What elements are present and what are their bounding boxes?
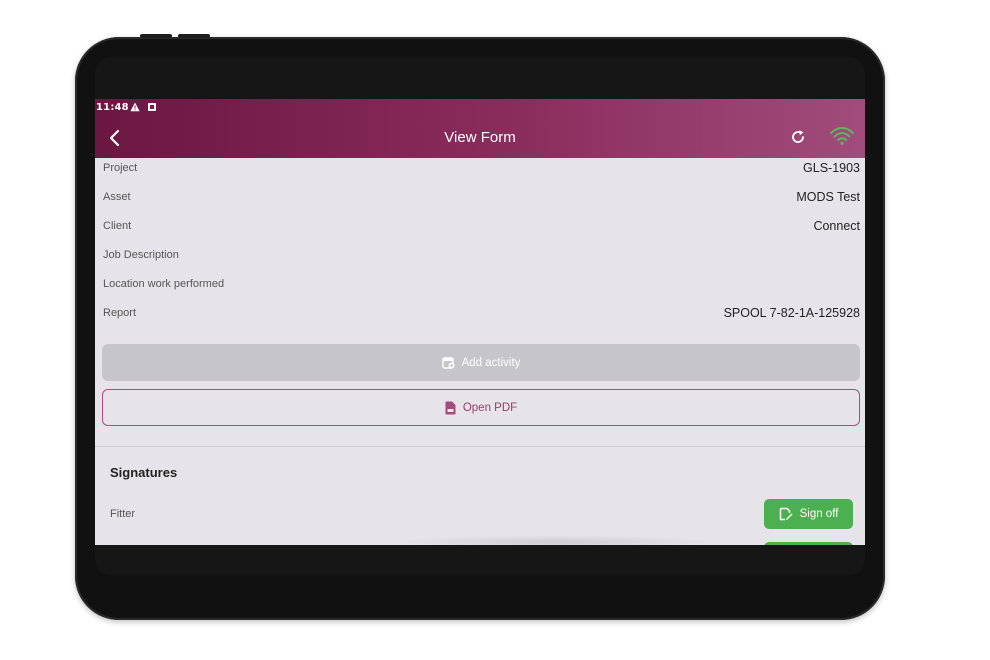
pdf-file-icon <box>445 401 456 414</box>
app-screen: 11:48 View Form Project GLS-1903 Asset M… <box>95 99 865 545</box>
form-row-asset: Asset MODS Test <box>103 190 860 211</box>
sign-off-button-partial[interactable] <box>764 542 853 545</box>
app-bar: 11:48 View Form <box>95 99 865 158</box>
signature-label-fitter: Fitter <box>110 508 136 520</box>
form-row-report: Report SPOOL 7-82-1A-125928 <box>103 306 860 327</box>
form-label: Asset <box>103 191 131 203</box>
form-value: MODS Test <box>796 190 860 204</box>
bezel-top <box>95 57 865 99</box>
signatures-title: Signatures <box>110 465 178 480</box>
section-divider <box>95 446 865 447</box>
wifi-icon <box>830 127 854 145</box>
form-row-job-description: Job Description <box>103 249 860 269</box>
form-label: Client <box>103 220 132 232</box>
sign-off-label: Sign off <box>799 508 839 520</box>
sign-off-button[interactable]: Sign off <box>764 499 853 529</box>
form-label: Job Description <box>103 249 179 261</box>
form-row-location: Location work performed <box>103 278 860 298</box>
add-activity-label: Add activity <box>461 356 521 369</box>
form-label: Report <box>103 307 137 319</box>
hardware-button-right <box>178 34 210 38</box>
form-row-client: Client Connect <box>103 219 860 240</box>
hardware-button-left <box>140 34 172 38</box>
bottom-shadow <box>395 535 715 545</box>
sign-pen-icon <box>779 507 793 521</box>
status-time: 11:48 <box>96 102 129 113</box>
open-pdf-button[interactable]: Open PDF <box>102 389 860 426</box>
form-label: Project <box>103 162 138 174</box>
form-row-project: Project GLS-1903 <box>103 161 860 182</box>
form-label: Location work performed <box>103 278 225 290</box>
open-pdf-label: Open PDF <box>462 401 518 414</box>
page-title: View Form <box>444 129 516 146</box>
add-activity-button[interactable]: Add activity <box>102 344 860 381</box>
calendar-add-icon <box>441 357 455 369</box>
form-value: SPOOL 7-82-1A-125928 <box>723 306 860 320</box>
notification-icon <box>148 103 156 111</box>
warning-icon <box>130 102 140 112</box>
bezel-bottom <box>95 545 865 575</box>
form-value: GLS-1903 <box>803 161 860 175</box>
form-value: Connect <box>813 219 860 233</box>
refresh-icon[interactable] <box>790 129 806 145</box>
